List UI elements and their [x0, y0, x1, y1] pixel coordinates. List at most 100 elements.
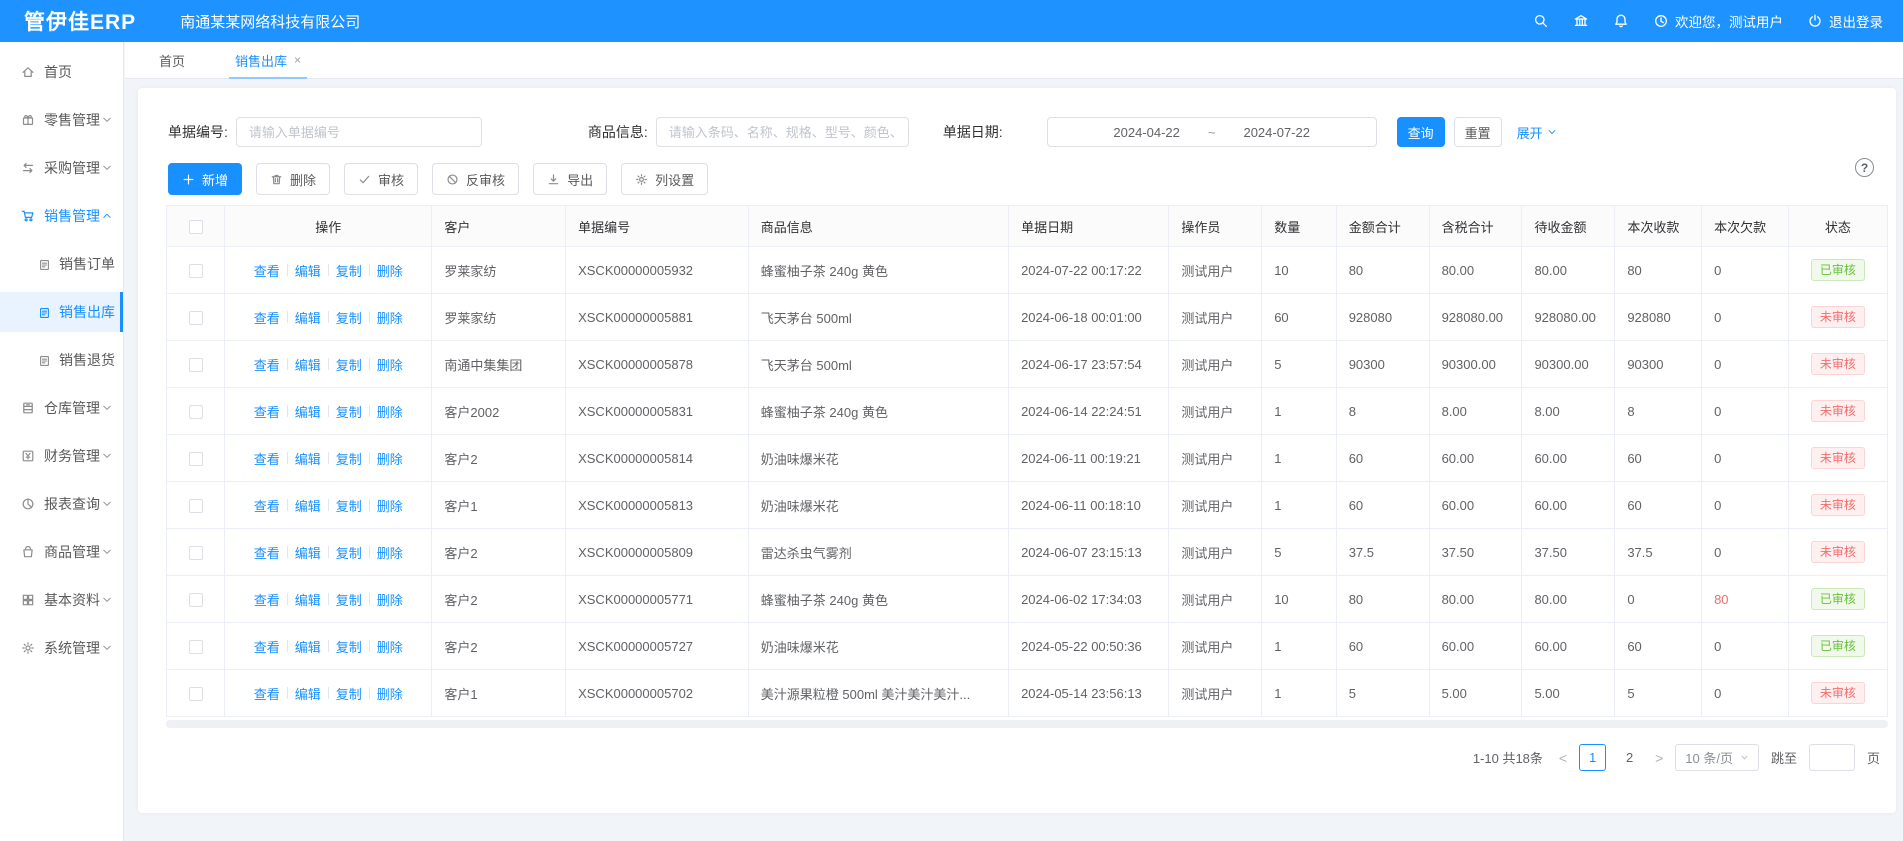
- page-number-button[interactable]: 1: [1579, 744, 1606, 771]
- horizontal-scrollbar[interactable]: [166, 720, 1888, 728]
- sidebar-item-sales-order[interactable]: 销售订单: [0, 244, 123, 284]
- sidebar-item-sales-outbound[interactable]: 销售出库: [0, 292, 123, 332]
- cell-product: 蜂蜜柚子茶 240g 黄色: [748, 388, 1008, 435]
- cell-status: 未审核: [1788, 529, 1887, 576]
- audit-button[interactable]: 审核: [344, 163, 418, 195]
- sidebar-item-retail[interactable]: 零售管理: [0, 100, 123, 140]
- bank-icon[interactable]: [1573, 13, 1589, 29]
- action-delete-link[interactable]: 删除: [377, 684, 403, 703]
- sidebar-item-sales[interactable]: 销售管理: [0, 196, 123, 236]
- logout-button[interactable]: 退出登录: [1807, 11, 1883, 31]
- action-copy-link[interactable]: 复制: [336, 402, 362, 421]
- action-copy-link[interactable]: 复制: [336, 496, 362, 515]
- sidebar-item-report[interactable]: 报表查询: [0, 484, 123, 524]
- report-icon: [21, 497, 35, 511]
- unaudit-button[interactable]: 反审核: [432, 163, 519, 195]
- row-checkbox[interactable]: [189, 593, 203, 607]
- date-range-picker[interactable]: 2024-04-22 ~ 2024-07-22: [1047, 117, 1377, 147]
- add-button[interactable]: 新增: [168, 163, 242, 195]
- action-view-link[interactable]: 查看: [254, 496, 280, 515]
- action-copy-link[interactable]: 复制: [336, 543, 362, 562]
- action-delete-link[interactable]: 删除: [377, 261, 403, 280]
- search-icon[interactable]: [1533, 13, 1549, 29]
- action-delete-link[interactable]: 删除: [377, 590, 403, 609]
- cell-receivable: 5.00: [1522, 670, 1615, 717]
- action-delete-link[interactable]: 删除: [377, 543, 403, 562]
- search-button[interactable]: 查询: [1397, 117, 1445, 147]
- action-copy-link[interactable]: 复制: [336, 637, 362, 656]
- row-checkbox[interactable]: [189, 687, 203, 701]
- next-page-button[interactable]: >: [1655, 750, 1663, 766]
- sidebar-item-basic-data[interactable]: 基本资料: [0, 580, 123, 620]
- action-edit-link[interactable]: 编辑: [295, 449, 321, 468]
- action-view-link[interactable]: 查看: [254, 637, 280, 656]
- tab-home[interactable]: 首页: [159, 42, 185, 78]
- action-view-link[interactable]: 查看: [254, 355, 280, 374]
- reset-button[interactable]: 重置: [1454, 117, 1502, 147]
- row-checkbox[interactable]: [189, 640, 203, 654]
- action-view-link[interactable]: 查看: [254, 308, 280, 327]
- action-delete-link[interactable]: 删除: [377, 637, 403, 656]
- action-copy-link[interactable]: 复制: [336, 590, 362, 609]
- product-info-input[interactable]: [656, 117, 909, 147]
- action-view-link[interactable]: 查看: [254, 449, 280, 468]
- sidebar-item-system[interactable]: 系统管理: [0, 628, 123, 668]
- jump-page-input[interactable]: [1809, 744, 1855, 771]
- action-edit-link[interactable]: 编辑: [295, 402, 321, 421]
- bill-no-input[interactable]: [236, 117, 482, 147]
- row-checkbox[interactable]: [189, 452, 203, 466]
- column-settings-button[interactable]: 列设置: [621, 163, 708, 195]
- row-checkbox[interactable]: [189, 546, 203, 560]
- row-checkbox[interactable]: [189, 499, 203, 513]
- action-edit-link[interactable]: 编辑: [295, 496, 321, 515]
- row-actions: 查看编辑复制删除: [237, 496, 419, 515]
- sidebar-item-purchase[interactable]: 采购管理: [0, 148, 123, 188]
- delete-button[interactable]: 删除: [256, 163, 330, 195]
- sales-outbound-table: 操作客户单据编号商品信息单据日期操作员数量金额合计含税合计待收金额本次收款本次欠…: [166, 205, 1888, 717]
- sidebar-item-home[interactable]: 首页: [0, 52, 123, 92]
- expand-toggle[interactable]: 展开: [1517, 123, 1557, 142]
- action-copy-link[interactable]: 复制: [336, 308, 362, 327]
- action-view-link[interactable]: 查看: [254, 543, 280, 562]
- action-view-link[interactable]: 查看: [254, 590, 280, 609]
- divider: [287, 311, 288, 323]
- action-delete-link[interactable]: 删除: [377, 402, 403, 421]
- row-checkbox[interactable]: [189, 358, 203, 372]
- select-all-checkbox[interactable]: [189, 220, 203, 234]
- action-delete-link[interactable]: 删除: [377, 496, 403, 515]
- row-checkbox[interactable]: [189, 264, 203, 278]
- action-edit-link[interactable]: 编辑: [295, 590, 321, 609]
- action-copy-link[interactable]: 复制: [336, 684, 362, 703]
- action-edit-link[interactable]: 编辑: [295, 637, 321, 656]
- action-edit-link[interactable]: 编辑: [295, 684, 321, 703]
- action-copy-link[interactable]: 复制: [336, 261, 362, 280]
- action-copy-link[interactable]: 复制: [336, 449, 362, 468]
- sidebar-item-product[interactable]: 商品管理: [0, 532, 123, 572]
- column-header: 数量: [1262, 206, 1337, 247]
- action-copy-link[interactable]: 复制: [336, 355, 362, 374]
- action-delete-link[interactable]: 删除: [377, 355, 403, 374]
- cell-tax_total: 80.00: [1429, 576, 1522, 623]
- sidebar-item-sales-return[interactable]: 销售退货: [0, 340, 123, 380]
- action-view-link[interactable]: 查看: [254, 402, 280, 421]
- action-edit-link[interactable]: 编辑: [295, 261, 321, 280]
- action-view-link[interactable]: 查看: [254, 684, 280, 703]
- page-size-select[interactable]: 10 条/页: [1675, 744, 1759, 771]
- sidebar-item-warehouse[interactable]: 仓库管理: [0, 388, 123, 428]
- export-button[interactable]: 导出: [533, 163, 607, 195]
- close-icon[interactable]: ×: [294, 53, 301, 67]
- prev-page-button[interactable]: <: [1559, 750, 1567, 766]
- action-edit-link[interactable]: 编辑: [295, 355, 321, 374]
- action-delete-link[interactable]: 删除: [377, 449, 403, 468]
- row-checkbox[interactable]: [189, 405, 203, 419]
- action-edit-link[interactable]: 编辑: [295, 308, 321, 327]
- tab-sales-outbound[interactable]: 销售出库 ×: [235, 42, 301, 78]
- help-icon[interactable]: ?: [1855, 158, 1874, 177]
- action-view-link[interactable]: 查看: [254, 261, 280, 280]
- action-delete-link[interactable]: 删除: [377, 308, 403, 327]
- action-edit-link[interactable]: 编辑: [295, 543, 321, 562]
- bell-icon[interactable]: [1613, 13, 1629, 29]
- sidebar-item-finance[interactable]: 财务管理: [0, 436, 123, 476]
- page-number-button[interactable]: 2: [1616, 744, 1643, 771]
- row-checkbox[interactable]: [189, 311, 203, 325]
